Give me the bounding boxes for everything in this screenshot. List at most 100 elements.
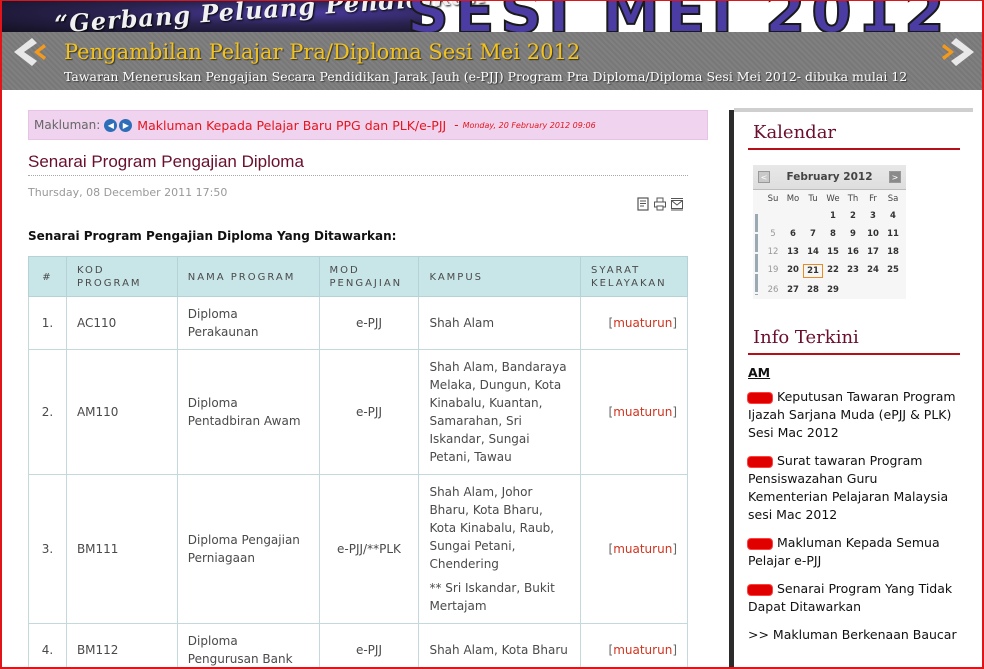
calendar-day[interactable]: 29	[823, 284, 843, 296]
calendar-day[interactable]: 10	[863, 228, 883, 240]
download-link[interactable]: muaturun	[613, 405, 672, 419]
cell-kampus: Shah Alam, Bandaraya Melaka, Dungun, Kot…	[418, 349, 582, 475]
double-chevron-right-icon[interactable]	[938, 34, 978, 70]
notice-next-icon[interactable]: ▶	[119, 118, 133, 132]
info-item-text: Senarai Program Yang Tidak Dapat Ditawar…	[748, 581, 953, 614]
download-link[interactable]: muaturun	[613, 542, 672, 556]
calendar-weekday-label: We	[826, 194, 840, 204]
info-heading: Info Terkini	[748, 317, 960, 355]
cell-no: 3.	[28, 474, 67, 624]
info-item[interactable]: Senarai Program Yang Tidak Dapat Ditawar…	[748, 580, 960, 616]
calendar-day[interactable]: 25	[883, 264, 903, 278]
calendar-day[interactable]: 3	[863, 210, 883, 222]
pdf-icon[interactable]	[636, 196, 650, 211]
calendar-heading: Kalendar	[748, 112, 960, 150]
cell-syarat: [muaturun]	[580, 474, 688, 624]
calendar-day[interactable]: 12	[763, 246, 783, 258]
notice-label: Makluman:	[34, 118, 101, 132]
calendar-day[interactable]: 7	[803, 228, 823, 240]
calendar-day[interactable]: 28	[803, 284, 823, 296]
double-chevron-left-icon[interactable]	[10, 34, 50, 70]
calendar-day[interactable]: 22	[823, 264, 843, 278]
banner-slideshow[interactable]: “Gerbang Peluang Pendidikan” SESI MEI 20…	[2, 0, 982, 90]
cell-mod: e-PJJ/**PLK	[318, 474, 420, 624]
cell-kampus: Shah Alam, Johor Bharu, Kota Bharu, Kota…	[418, 474, 582, 624]
calendar-month: February 2012	[786, 171, 873, 183]
calendar-empty-cell	[803, 210, 823, 222]
cell-no: 4.	[28, 623, 67, 669]
cell-no: 2.	[28, 349, 67, 475]
cell-mod: e-PJJ	[318, 349, 420, 475]
cell-syarat: [muaturun]	[580, 623, 688, 669]
notice-ticker: Makluman: ◀ ▶ Makluman Kepada Pelajar Ba…	[28, 110, 708, 140]
article-date: Thursday, 08 December 2011 17:50	[28, 186, 228, 199]
cell-nama: Diploma Pengajian Perniagaan	[176, 474, 320, 624]
calendar-day[interactable]: 13	[783, 246, 803, 258]
header-kampus: KAMPUS	[418, 256, 582, 297]
calendar-day[interactable]: 14	[803, 246, 823, 258]
cell-no: 1.	[28, 296, 67, 350]
notice-prev-icon[interactable]: ◀	[104, 118, 118, 132]
cell-nama: Diploma Pentadbiran Awam	[176, 349, 320, 475]
info-item[interactable]: Surat tawaran Program Pensiswazahan Guru…	[748, 452, 960, 524]
calendar-day[interactable]: 8	[823, 228, 843, 240]
calendar-day[interactable]: 24	[863, 264, 883, 278]
banner-title[interactable]: Pengambilan Pelajar Pra/Diploma Sesi Mei…	[64, 40, 580, 64]
header-syarat-kelayakan: SYARAT KELAYAKAN	[580, 256, 688, 297]
cell-kod: AC110	[65, 296, 178, 350]
cell-kod: BM112	[65, 623, 178, 669]
info-item-text: Surat tawaran Program Pensiswazahan Guru…	[748, 453, 949, 522]
calendar-header: < February 2012 >	[753, 165, 906, 190]
cell-syarat: [muaturun]	[580, 349, 688, 475]
info-item[interactable]: >> Makluman Berkenaan Baucar	[748, 626, 960, 644]
calendar-day[interactable]: 5	[763, 228, 783, 240]
header-kod-program: KOD PROGRAM	[65, 256, 178, 297]
calendar-prev-button[interactable]: <	[758, 171, 770, 183]
table-row: 3. BM111 Diploma Pengajian Perniagaan e-…	[28, 474, 688, 624]
calendar-day[interactable]: 15	[823, 246, 843, 258]
sidebar: Kalendar < February 2012 > Su Mo Tu We Th Fr S…	[748, 112, 960, 654]
program-table: # KOD PROGRAM NAMA PROGRAM MOD PENGAJIAN…	[28, 256, 688, 669]
article-tools	[636, 196, 684, 211]
table-row: 4. BM112 Diploma Pengurusan Bank e-PJJ S…	[28, 623, 688, 669]
bracket-close: ]	[672, 542, 677, 556]
header-no: #	[28, 256, 67, 297]
calendar-day[interactable]: 27	[783, 284, 803, 296]
calendar-weekday-label: Sa	[887, 194, 899, 204]
kampus-note: ** Sri Iskandar, Bukit Mertajam	[429, 581, 555, 613]
cell-mod: e-PJJ	[318, 623, 420, 669]
calendar-day[interactable]: 18	[883, 246, 903, 258]
calendar-day[interactable]: 23	[843, 264, 863, 278]
calendar-day[interactable]: 9	[843, 228, 863, 240]
info-category-link[interactable]: AM	[748, 365, 960, 380]
new-badge-icon	[748, 584, 772, 595]
download-link[interactable]: muaturun	[613, 643, 672, 657]
calendar-next-button[interactable]: >	[889, 171, 901, 183]
calendar-day[interactable]: 17	[863, 246, 883, 258]
cell-kampus: Shah Alam, Kota Bharu	[418, 623, 582, 669]
kampus-list: Shah Alam, Kota Bharu	[429, 643, 568, 657]
calendar-day[interactable]: 6	[783, 228, 803, 240]
table-row: 2. AM110 Diploma Pentadbiran Awam e-PJJ …	[28, 349, 688, 475]
calendar-day[interactable]: 20	[783, 264, 803, 278]
info-item[interactable]: Makluman Kepada Semua Pelajar e-PJJ	[748, 534, 960, 570]
calendar-day[interactable]: 1	[823, 210, 843, 222]
calendar-day[interactable]: 2	[843, 210, 863, 222]
email-icon[interactable]	[670, 196, 684, 211]
notice-date: Monday, 20 February 2012 09:06	[462, 120, 596, 130]
header-nama-program: NAMA PROGRAM	[176, 256, 320, 297]
print-icon[interactable]	[653, 196, 667, 211]
cell-nama: Diploma Pengurusan Bank	[176, 623, 320, 669]
calendar-day[interactable]: 11	[883, 228, 903, 240]
notice-separator: -	[454, 118, 459, 132]
calendar-day[interactable]: 4	[883, 210, 903, 222]
cell-mod: e-PJJ	[318, 296, 420, 350]
calendar-day[interactable]: 26	[763, 284, 783, 296]
calendar-day[interactable]: 19	[763, 264, 783, 278]
calendar-day[interactable]: 16	[843, 246, 863, 258]
calendar-day-today[interactable]: 21	[803, 264, 823, 278]
calendar-weekday-label: Fr	[869, 194, 877, 204]
download-link[interactable]: muaturun	[613, 316, 672, 330]
info-item[interactable]: Keputusan Tawaran Program Ijazah Sarjana…	[748, 388, 960, 442]
notice-link[interactable]: Makluman Kepada Pelajar Baru PPG dan PLK…	[137, 118, 446, 133]
